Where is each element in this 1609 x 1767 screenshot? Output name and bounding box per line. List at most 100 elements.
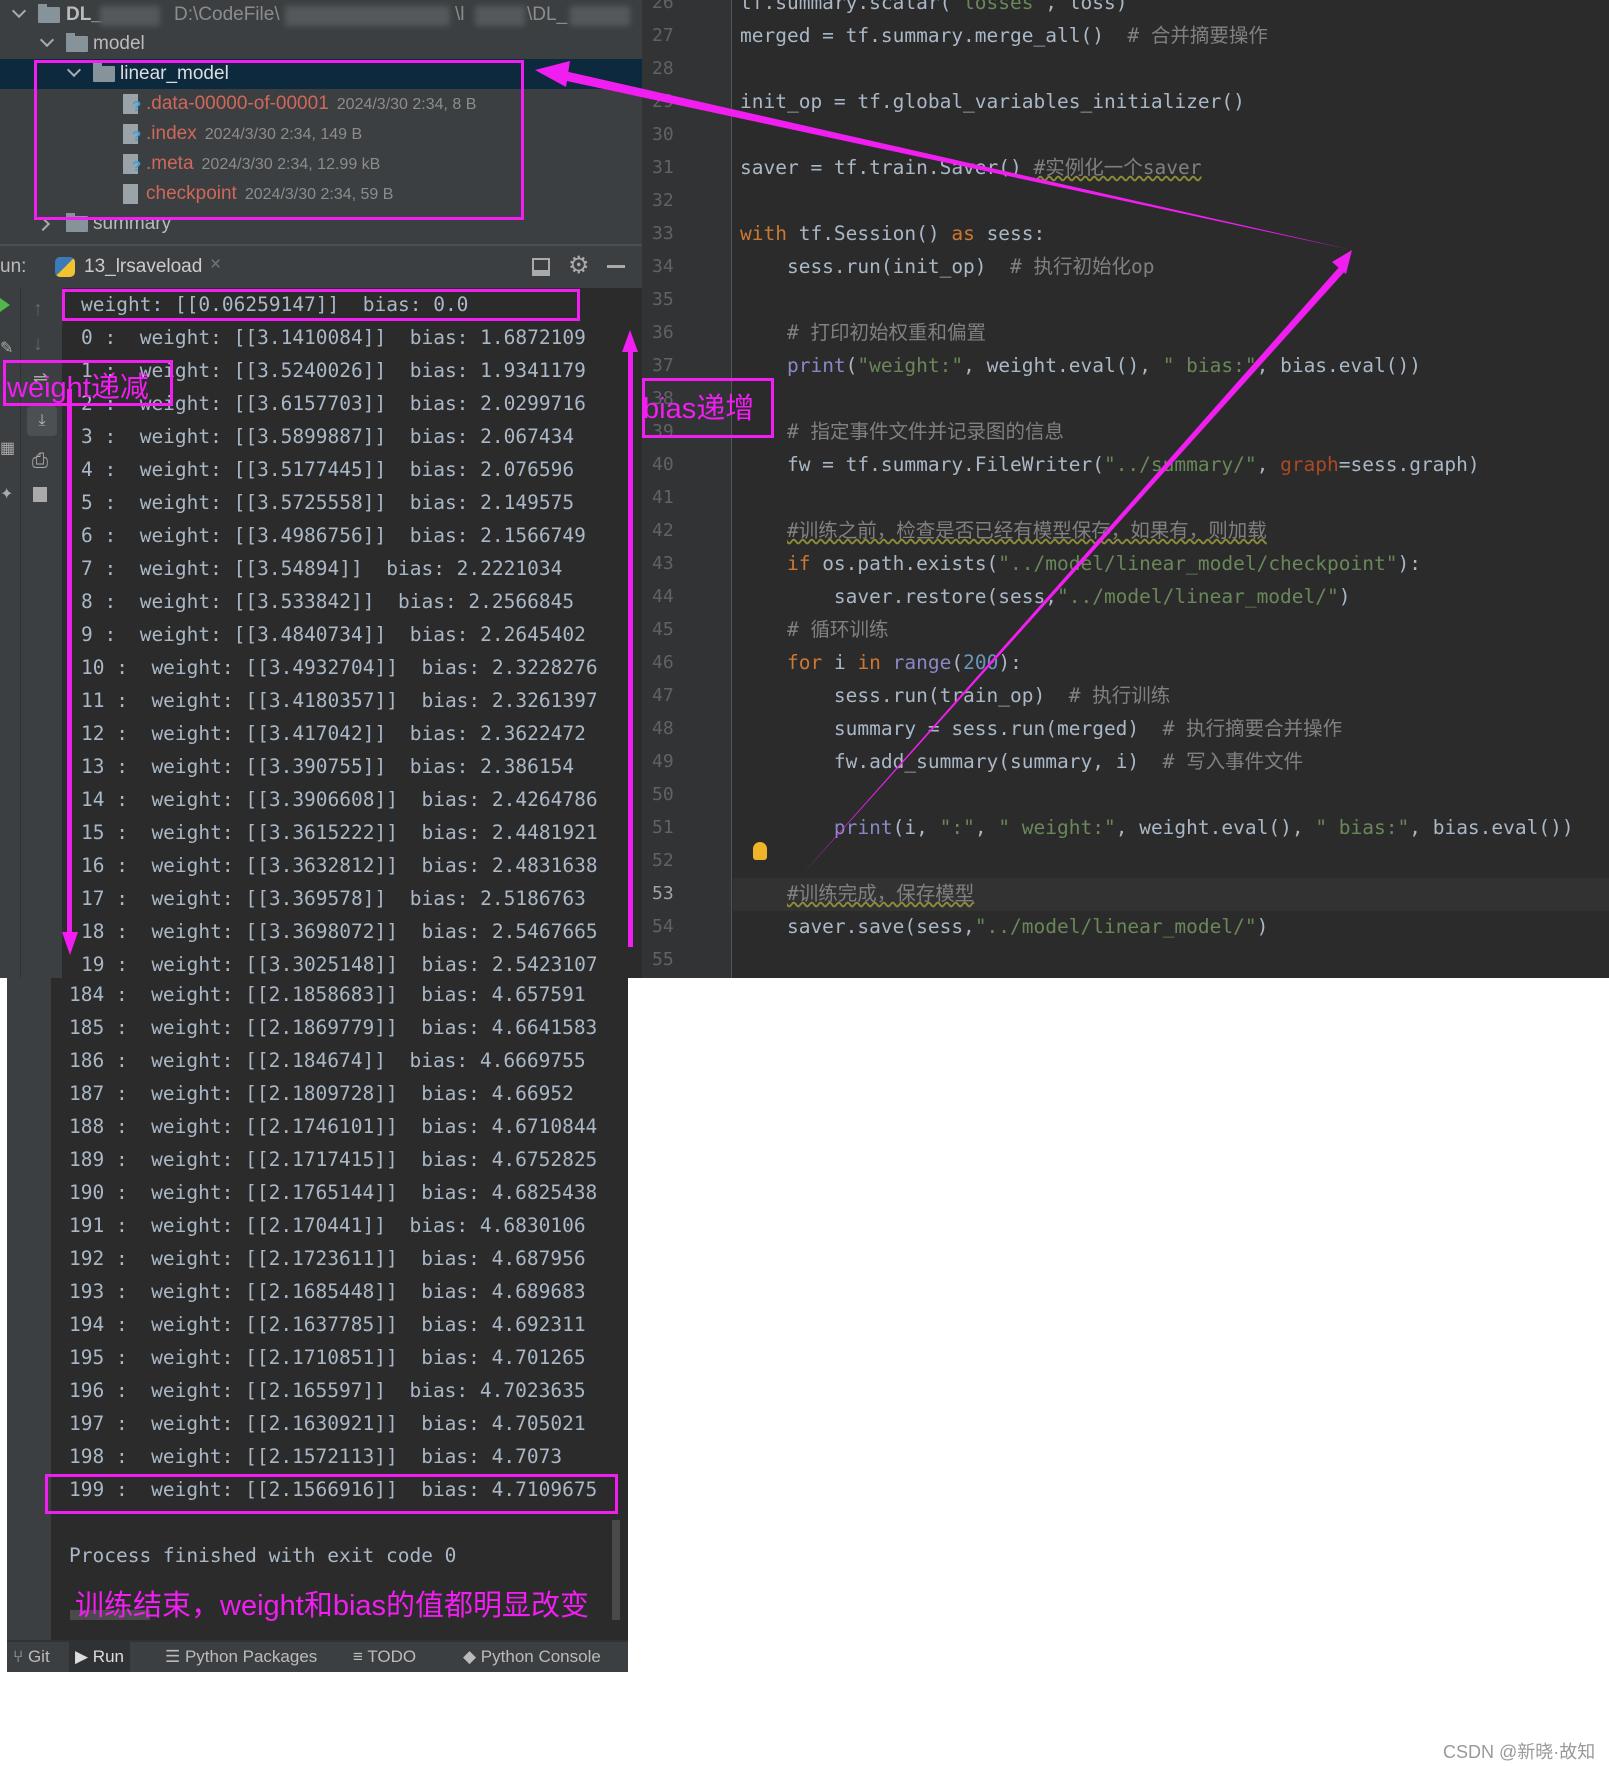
code-token: saver.save(sess, bbox=[740, 915, 975, 938]
code-token: print bbox=[833, 816, 893, 839]
line-number: 41 bbox=[652, 487, 674, 508]
code-token: "../summary/" bbox=[1103, 453, 1257, 476]
code-token: graph bbox=[1280, 453, 1339, 476]
line-number: 28 bbox=[652, 58, 674, 79]
code-line: if os.path.exists("../model/linear_model… bbox=[740, 547, 1421, 580]
console-line: 18 : weight: [[3.3698072]] bias: 2.54676… bbox=[81, 920, 598, 943]
console-line: 11 : weight: [[3.4180357]] bias: 2.32613… bbox=[81, 689, 598, 712]
code-line: init_op = tf.global_variables_initialize… bbox=[740, 85, 1245, 118]
code-token: sess.run(train_op) bbox=[740, 684, 1069, 707]
tool-window-bar: ⑂ Git ▶ Run ☰ Python Packages ≡ TODO ◆ P… bbox=[7, 1640, 628, 1672]
scroll-to-end-icon[interactable]: ⤓ bbox=[27, 406, 57, 436]
run-label: un: bbox=[0, 256, 27, 277]
code-token: " bias:" bbox=[1162, 354, 1257, 377]
print-icon[interactable]: ⎙ bbox=[32, 450, 48, 473]
weight-annotation: weight递减 bbox=[7, 372, 149, 404]
code-token: "../model/linear_model/" bbox=[974, 915, 1257, 938]
code-token: 200 bbox=[963, 651, 999, 674]
trash-icon[interactable] bbox=[33, 484, 47, 502]
redacted-block bbox=[570, 6, 630, 26]
code-line: for i in range(200): bbox=[740, 646, 1022, 679]
console-line: 10 : weight: [[3.4932704]] bias: 2.32282… bbox=[81, 656, 598, 679]
arrow-up-icon[interactable]: ↑ bbox=[33, 298, 43, 321]
run-tab[interactable]: 13_lrsaveload bbox=[84, 256, 202, 278]
code-line: sess.run(train_op) # 执行训练 bbox=[740, 679, 1170, 712]
git-icon: ⑂ bbox=[13, 1647, 28, 1666]
code-token: tf.Session() bbox=[786, 222, 952, 245]
code-token: (i, bbox=[892, 816, 940, 839]
chevron-down-icon[interactable] bbox=[11, 3, 27, 19]
code-token: =sess.graph) bbox=[1338, 453, 1480, 476]
layout-icon[interactable]: ▦ bbox=[0, 438, 15, 458]
line-number: 27 bbox=[652, 25, 674, 46]
code-line: summary = sess.run(merged) # 执行摘要合并操作 bbox=[740, 712, 1342, 745]
tab-python-console[interactable]: ◆ Python Console bbox=[457, 1642, 607, 1672]
conclusion-annotation: 训练结束，weight和bias的值都明显改变 bbox=[75, 1590, 590, 1622]
tab-todo[interactable]: ≡ TODO bbox=[347, 1642, 422, 1672]
minimize-icon[interactable] bbox=[607, 265, 625, 268]
line-number: 36 bbox=[652, 322, 674, 343]
gear-icon[interactable]: ⚙ bbox=[568, 251, 590, 280]
code-token: saver.restore(sess, bbox=[740, 585, 1057, 608]
list-icon: ≡ bbox=[353, 1647, 368, 1666]
python-icon bbox=[55, 257, 75, 277]
line-number: 45 bbox=[652, 619, 674, 640]
tab-label: Python Console bbox=[480, 1647, 601, 1666]
code-token: init_op = tf.global_variables_initialize… bbox=[740, 90, 1245, 113]
console-line: 188 : weight: [[2.1746101]] bias: 4.6710… bbox=[69, 1115, 598, 1138]
console-line: 4 : weight: [[3.5177445]] bias: 2.076596 bbox=[81, 458, 575, 481]
wrench-icon[interactable]: ✎ bbox=[0, 338, 13, 358]
console-line: 3 : weight: [[3.5899887]] bias: 2.067434 bbox=[81, 425, 575, 448]
code-line: fw.add_summary(summary, i) # 写入事件文件 bbox=[740, 745, 1303, 778]
code-token: #训练之前，检查是否已经有模型保存，如果有，则加载 bbox=[786, 519, 1267, 542]
code-token: # 执行摘要合并操作 bbox=[1162, 717, 1343, 740]
code-line: #训练完成，保存模型 bbox=[740, 877, 974, 910]
code-line: sess.run(init_op) # 执行初始化op bbox=[740, 250, 1155, 283]
code-token: "losses" bbox=[951, 0, 1046, 14]
run-toolbar-left-lower bbox=[7, 978, 51, 1640]
tab-git[interactable]: ⑂ Git bbox=[7, 1642, 56, 1672]
code-line: print(i, ":", " weight:", weight.eval(),… bbox=[740, 811, 1574, 844]
code-token: fw.add_summary(summary, i) bbox=[740, 750, 1163, 773]
exit-message: Process finished with exit code 0 bbox=[69, 1544, 457, 1567]
console-line: 185 : weight: [[2.1869779]] bias: 4.6641… bbox=[69, 1016, 598, 1039]
pin-icon[interactable]: ✦ bbox=[0, 484, 13, 504]
line-number: 54 bbox=[652, 916, 674, 937]
code-token: os.path.exists( bbox=[810, 552, 999, 575]
tab-run[interactable]: ▶ Run bbox=[69, 1642, 130, 1672]
line-number: 46 bbox=[652, 652, 674, 673]
highlight-box-initial-output bbox=[62, 289, 580, 321]
bias-annotation: bias递增 bbox=[643, 393, 755, 425]
tree-root-row[interactable]: DL_ D:\CodeFile\ \l \DL_ bbox=[0, 0, 642, 30]
console-line: 0 : weight: [[3.1410084]] bias: 1.687210… bbox=[81, 326, 586, 349]
rerun-icon[interactable] bbox=[0, 298, 10, 312]
folder-name: model bbox=[93, 33, 145, 54]
code-token: ) bbox=[1256, 915, 1269, 938]
layout-icon[interactable] bbox=[532, 258, 550, 276]
folder-icon bbox=[38, 4, 60, 23]
code-token: saver = tf.train.Saver() bbox=[740, 156, 1034, 179]
console-line: 184 : weight: [[2.1858683]] bias: 4.6575… bbox=[69, 983, 586, 1006]
line-number: 48 bbox=[652, 718, 674, 739]
run-panel-header: un: 13_lrsaveload × ⚙ bbox=[0, 244, 642, 288]
chevron-down-icon[interactable] bbox=[39, 32, 55, 48]
scrollbar-vertical[interactable] bbox=[612, 1520, 620, 1620]
console-line: 5 : weight: [[3.5725558]] bias: 2.149575 bbox=[81, 491, 575, 514]
console-line: 19 : weight: [[3.3025148]] bias: 2.54231… bbox=[81, 953, 598, 976]
root-folder-name: DL_ bbox=[66, 4, 102, 25]
console-line: 12 : weight: [[3.417042]] bias: 2.362247… bbox=[81, 722, 586, 745]
tab-python-packages[interactable]: ☰ Python Packages bbox=[159, 1642, 323, 1672]
code-line: # 打印初始权重和偏置 bbox=[740, 316, 986, 349]
close-tab-icon[interactable]: × bbox=[210, 254, 221, 276]
arrow-down-icon[interactable]: ↓ bbox=[33, 333, 43, 356]
lightbulb-icon[interactable] bbox=[753, 842, 767, 860]
tree-item-model[interactable]: model bbox=[0, 29, 642, 59]
redacted-block bbox=[285, 6, 450, 26]
console-line: 13 : weight: [[3.390755]] bias: 2.386154 bbox=[81, 755, 575, 778]
code-token: , bbox=[974, 816, 999, 839]
